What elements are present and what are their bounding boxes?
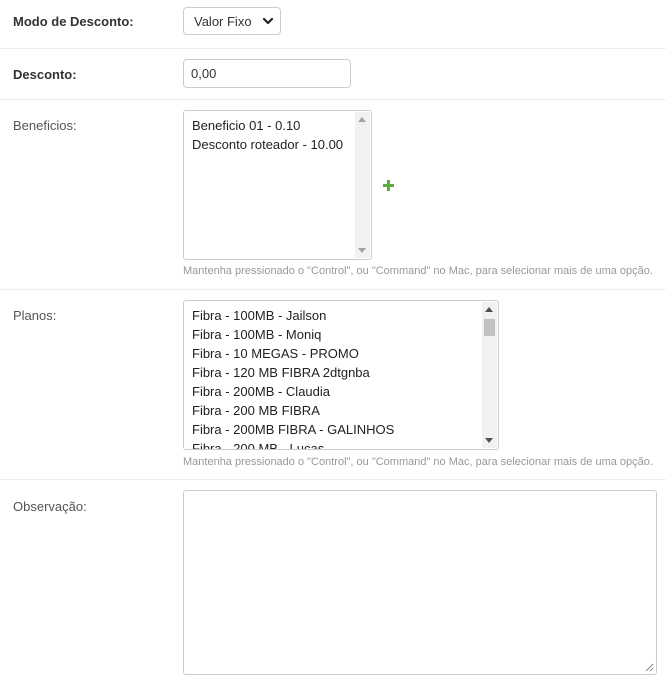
- discount-mode-select[interactable]: Valor Fixo: [183, 7, 281, 35]
- benefits-multiselect[interactable]: Beneficio 01 - 0.10 Desconto roteador - 1…: [183, 110, 372, 260]
- benefits-label: Beneficios:: [13, 118, 77, 133]
- discount-mode-label: Modo de Desconto:: [13, 14, 134, 29]
- discount-input[interactable]: [183, 59, 351, 88]
- scroll-up-icon[interactable]: [485, 307, 493, 312]
- scroll-down-icon[interactable]: [358, 248, 366, 253]
- notes-label: Observação:: [13, 499, 87, 514]
- benefits-help-text: Mantenha pressionado o "Control", ou "Co…: [183, 265, 653, 277]
- benefits-options: Beneficio 01 - 0.10 Desconto roteador - 1…: [192, 116, 353, 259]
- plans-label: Planos:: [13, 308, 57, 323]
- plus-icon[interactable]: [383, 180, 394, 191]
- plans-multiselect[interactable]: Fibra - 100MB - Jailson Fibra - 100MB - M…: [183, 300, 499, 450]
- plan-option[interactable]: Fibra - 200MB FIBRA - GALINHOS: [192, 420, 480, 439]
- plan-option[interactable]: Fibra - 120 MB FIBRA 2dtgnba: [192, 363, 480, 382]
- scroll-up-icon[interactable]: [358, 117, 366, 122]
- discount-mode-value: Valor Fixo: [194, 13, 252, 29]
- plan-option[interactable]: Fibra - 200 MB FIBRA: [192, 401, 480, 420]
- plan-option[interactable]: Fibra - 200MB - Claudia: [192, 382, 480, 401]
- plan-option[interactable]: Fibra - 200 MB - Lucas: [192, 439, 480, 449]
- chevron-down-icon: [262, 17, 274, 25]
- benefit-option[interactable]: Beneficio 01 - 0.10: [192, 116, 353, 135]
- discount-label: Desconto:: [13, 67, 77, 82]
- scrollbar-thumb[interactable]: [484, 319, 495, 336]
- discount-mode-row: Modo de Desconto: Valor Fixo: [0, 0, 666, 49]
- plan-option[interactable]: Fibra - 100MB - Moniq: [192, 325, 480, 344]
- plan-option[interactable]: Fibra - 10 MEGAS - PROMO: [192, 344, 480, 363]
- benefits-scrollbar[interactable]: [355, 112, 370, 258]
- resize-grip-icon[interactable]: [645, 663, 654, 672]
- scroll-down-icon[interactable]: [485, 438, 493, 443]
- notes-textarea[interactable]: [183, 490, 657, 675]
- benefit-option[interactable]: Desconto roteador - 10.00: [192, 135, 353, 154]
- plans-scrollbar[interactable]: [482, 302, 497, 448]
- plans-options: Fibra - 100MB - Jailson Fibra - 100MB - M…: [192, 306, 480, 449]
- plans-help-text: Mantenha pressionado o "Control", ou "Co…: [183, 456, 653, 468]
- plan-option[interactable]: Fibra - 100MB - Jailson: [192, 306, 480, 325]
